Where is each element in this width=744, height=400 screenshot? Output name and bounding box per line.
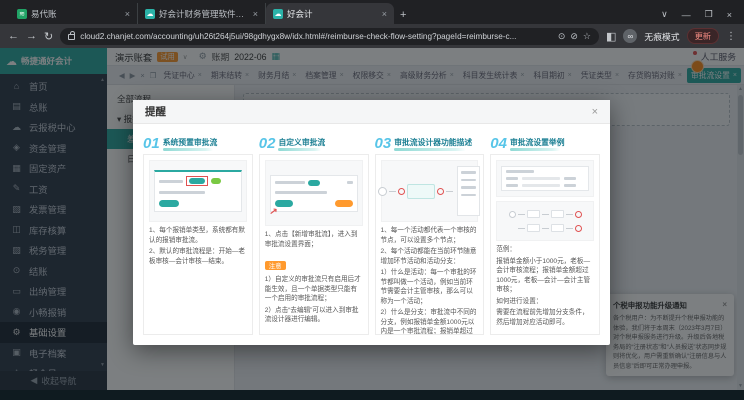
step-panel: 1、每一个活动都代表一个审核的节点，可以设置多个节点； 2、每个活动都能在当前环节…: [375, 154, 485, 335]
step-title: 审批流设置举例: [510, 137, 565, 151]
step-text: 1、每个报销单类型，系统都有默认的报销审批流。 2、默认的审批流程是：开始—老板审…: [149, 226, 247, 268]
tab-search-icon[interactable]: ∨: [661, 9, 668, 20]
modal-title: 提醒: [145, 104, 166, 119]
step-text-line: 2）什么是分支：审批流中不同的分支，例如报销单金额1000元以内是一个审批流程；…: [381, 308, 479, 335]
yidaizhang-favicon: ≋: [17, 9, 27, 19]
custom-flow-screenshot: ↗: [265, 160, 363, 226]
browser-tab-title: 好会计财务管理软件购买价格页…: [159, 8, 249, 20]
step-1: 01 系统预置审批流: [143, 132, 253, 335]
example-branch-screenshot: [496, 201, 594, 241]
modal-close-icon[interactable]: ×: [592, 106, 598, 118]
reload-icon[interactable]: ↻: [44, 30, 53, 43]
browser-toolbar: ← → ↻ cloud2.chanjet.com/accounting/uh26…: [0, 24, 744, 48]
step-text: 范例： 报销单金额小于1000元，老板—会计审核流程；报销单金额超过1000元，老…: [496, 245, 594, 329]
browser-tab-strip: ≋ 易代账 × ☁ 好会计财务管理软件购买价格页… × ☁ 好会计 × + ∨ …: [0, 0, 744, 24]
step-title: 自定义审批流: [278, 137, 325, 151]
restore-icon[interactable]: ❒: [705, 9, 713, 20]
step-title: 系统预置审批流: [163, 137, 218, 151]
step-3: 03 审批流设计器功能描述: [375, 132, 485, 335]
browser-tab-active[interactable]: ☁ 好会计 ×: [266, 3, 394, 24]
step-panel: ↗ 1、点击【新增审批流】，进入到审批流设置界面； 注意 1）自定义的审批流只有…: [259, 154, 369, 335]
tab-close-icon[interactable]: ×: [382, 9, 387, 19]
step-2: 02 自定义审批流: [259, 132, 369, 335]
step-notes: 1）自定义的审批流只有启用后才能生效，且一个单据类型只能有一个启用的审批流程； 2…: [265, 275, 363, 327]
designer-screenshot: [381, 160, 479, 222]
preset-flow-screenshot: [149, 160, 247, 222]
step-number: 04: [490, 136, 507, 151]
minimize-icon[interactable]: —: [682, 10, 691, 20]
step-title: 审批流设计器功能描述: [394, 137, 472, 151]
lock-icon[interactable]: [68, 34, 75, 40]
step-text-line: 如何进行设置：: [496, 297, 594, 307]
address-bar[interactable]: cloud2.chanjet.com/accounting/uh26t264j5…: [60, 28, 599, 45]
step-text-line: 报销单金额小于1000元，老板—会计审核流程；报销单金额超过1000元，老板—会…: [496, 257, 594, 295]
step-text: 1、点击【新增审批流】，进入到审批流设置界面；: [265, 230, 363, 251]
step-text-line: 1、点击【新增审批流】，进入到审批流设置界面；: [265, 230, 363, 249]
modal-header: 提醒 ×: [133, 100, 610, 124]
haokuaiji-favicon: ☁: [145, 9, 155, 19]
red-arrow-annotation: ↗: [268, 206, 278, 218]
browser-tab-title: 好会计: [287, 8, 378, 20]
bookmark-star-icon[interactable]: ☆: [583, 31, 591, 42]
step-note-line: 1）自定义的审批流只有启用后才能生效，且一个单据类型只能有一个启用的审批流程；: [265, 275, 363, 304]
eye-slash-icon[interactable]: ⊘: [570, 31, 578, 42]
browser-window: ≋ 易代账 × ☁ 好会计财务管理软件购买价格页… × ☁ 好会计 × + ∨ …: [0, 0, 744, 400]
step-4: 04 审批流设置举例: [490, 132, 600, 335]
modal-body: 01 系统预置审批流: [133, 124, 610, 345]
haokuaiji-favicon: ☁: [273, 9, 283, 19]
step-text-line: 1）什么是活动：每一个审批的环节都叫做一个活动，例如当前环节需要会计主管审核，那…: [381, 268, 479, 306]
zoom-icon[interactable]: ⊙: [558, 31, 566, 42]
step-text: 1、每一个活动都代表一个审核的节点，可以设置多个节点； 2、每个活动都能在当前环节…: [381, 226, 479, 335]
incognito-label: 无痕模式: [644, 30, 679, 43]
step-text-line: 2、每个活动都能在当前环节随意增加环节活动和活动分支：: [381, 247, 479, 266]
step-text-line: 2、默认的审批流程是：开始—老板审核—会计审核—结束。: [149, 247, 247, 266]
highlight-ring-icon: [437, 188, 444, 195]
forward-icon[interactable]: →: [26, 30, 37, 42]
url-text: cloud2.chanjet.com/accounting/uh26t264j5…: [80, 32, 553, 41]
tab-close-icon[interactable]: ×: [253, 9, 258, 19]
chrome-menu-icon[interactable]: ⋮: [726, 31, 736, 42]
reminder-modal: 提醒 × 01 系统预置审批流: [133, 100, 610, 345]
step-number: 03: [375, 136, 392, 151]
tab-close-icon[interactable]: ×: [125, 9, 130, 19]
back-icon[interactable]: ←: [8, 30, 19, 42]
step-panel: 1、每个报销单类型，系统都有默认的报销审批流。 2、默认的审批流程是：开始—老板审…: [143, 154, 253, 335]
browser-tab-2[interactable]: ☁ 好会计财务管理软件购买价格页… ×: [138, 3, 266, 24]
step-number: 01: [143, 136, 160, 151]
step-note-line: 2）点击“去编辑”可以进入到审批流设计器进行编辑。: [265, 306, 363, 325]
browser-tab-1[interactable]: ≋ 易代账 ×: [10, 3, 138, 24]
highlight-ring-icon: [398, 188, 405, 195]
chrome-update-button[interactable]: 更新: [687, 28, 719, 44]
step-panel: 范例： 报销单金额小于1000元，老板—会计审核流程；报销单金额超过1000元，老…: [490, 154, 600, 335]
step-number: 02: [259, 136, 276, 151]
incognito-avatar-icon[interactable]: ∞: [623, 29, 637, 43]
step-text-line: 1、每一个活动都代表一个审核的节点，可以设置多个节点；: [381, 226, 479, 245]
example-form-screenshot: [496, 160, 594, 197]
note-badge: 注意: [265, 261, 286, 270]
new-tab-button[interactable]: +: [400, 9, 406, 21]
app-page: ☁ 畅捷通好会计 ▲ ▼ ⌂ 首页 ▤ 总账 ☁: [0, 48, 744, 400]
browser-tab-title: 易代账: [31, 8, 121, 20]
step-text-line: 1、每个报销单类型，系统都有默认的报销审批流。: [149, 226, 247, 245]
step-text-line: 范例：: [496, 245, 594, 255]
side-panel-icon[interactable]: ◧: [606, 30, 616, 43]
step-text-line: 需要在流程前先增加分支条件，然后增加对应活动即可。: [496, 308, 594, 327]
window-close-icon[interactable]: ×: [727, 10, 732, 20]
